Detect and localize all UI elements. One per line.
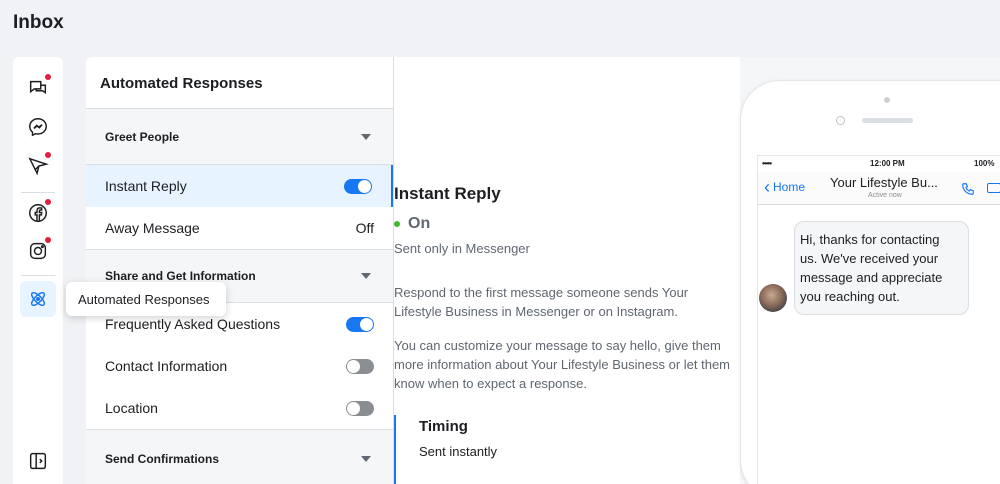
notification-dot bbox=[45, 152, 51, 158]
list-item-label: Contact Information bbox=[105, 358, 228, 374]
timing-label: Timing bbox=[419, 418, 468, 435]
message-bubble: Hi, thanks for contacting us. We've rece… bbox=[794, 221, 969, 315]
sidebar-toggle-icon bbox=[29, 452, 47, 470]
phone-screen: ••••• 12:00 PM 100% ‹ Home Your Lifestyl… bbox=[757, 155, 1000, 484]
status-label: On bbox=[408, 215, 431, 232]
section-label: Share and Get Information bbox=[105, 269, 256, 283]
chat-name: Your Lifestyle Bu... bbox=[830, 175, 938, 190]
sidebar-toggle-button[interactable] bbox=[20, 443, 56, 479]
instant-reply-toggle[interactable] bbox=[344, 178, 372, 194]
automation-button[interactable] bbox=[20, 281, 56, 317]
icon-rail bbox=[13, 57, 63, 484]
signal-strength: ••••• bbox=[762, 159, 772, 168]
automation-icon bbox=[30, 291, 46, 307]
phone-time: 12:00 PM bbox=[870, 159, 905, 168]
phone-speaker bbox=[862, 118, 913, 123]
instagram-icon bbox=[29, 242, 47, 260]
status-indicator: On bbox=[394, 215, 430, 233]
section-label: Send Confirmations bbox=[105, 452, 220, 466]
location-toggle[interactable] bbox=[346, 400, 374, 416]
caret-down-icon bbox=[361, 133, 371, 140]
chat-status: Active now bbox=[868, 192, 902, 199]
detail-help-text: You can customize your message to say he… bbox=[394, 338, 731, 391]
avatar bbox=[759, 284, 787, 312]
rail-divider bbox=[21, 275, 55, 276]
instagram-button[interactable] bbox=[20, 233, 56, 269]
chevron-left-icon: ‹ bbox=[764, 177, 770, 197]
detail-description: Respond to the first message someone sen… bbox=[394, 285, 689, 319]
facebook-button[interactable] bbox=[20, 195, 56, 231]
notification-dot bbox=[45, 237, 51, 243]
status-dot bbox=[394, 221, 400, 227]
list-item-instant-reply[interactable]: Instant Reply bbox=[86, 165, 393, 207]
notification-dot bbox=[45, 199, 51, 205]
phone-camera bbox=[884, 97, 890, 103]
automation-list: Automated Responses Greet People Instant… bbox=[86, 57, 394, 484]
list-item-location[interactable]: Location bbox=[86, 387, 393, 429]
list-item-label: Frequently Asked Questions bbox=[105, 316, 281, 332]
list-item-label: Instant Reply bbox=[105, 178, 187, 194]
automation-list-title: Automated Responses bbox=[86, 57, 393, 109]
back-label: Home bbox=[773, 180, 806, 194]
comments-icon bbox=[29, 80, 47, 94]
phone-sensor bbox=[836, 116, 845, 125]
chat-header: ‹ Home Your Lifestyle Bu... Active now bbox=[758, 172, 1000, 205]
send-icon bbox=[28, 157, 49, 176]
messenger-button[interactable] bbox=[20, 109, 56, 145]
messenger-icon bbox=[29, 118, 47, 137]
caret-down-icon bbox=[361, 273, 371, 279]
timing-section[interactable]: Timing Sent instantly bbox=[394, 415, 740, 484]
section-label: Greet People bbox=[105, 129, 180, 144]
phone-status-bar: ••••• 12:00 PM 100% bbox=[758, 156, 1000, 172]
section-send-confirmations[interactable]: Send Confirmations bbox=[86, 429, 393, 484]
detail-pane: Instant Reply On Sent only in Messenger … bbox=[394, 57, 740, 484]
detail-subtitle: Sent only in Messenger bbox=[394, 241, 530, 256]
back-button[interactable]: ‹ Home bbox=[764, 177, 806, 197]
detail-title: Instant Reply bbox=[394, 184, 501, 203]
timing-value: Sent instantly bbox=[419, 444, 498, 459]
page-title: Inbox bbox=[13, 12, 64, 33]
contact-information-toggle[interactable] bbox=[346, 358, 374, 374]
list-item-away-message[interactable]: Away Message Off bbox=[86, 207, 393, 249]
section-greet-people[interactable]: Greet People bbox=[86, 109, 393, 165]
rail-divider bbox=[21, 192, 55, 193]
facebook-icon bbox=[29, 204, 47, 222]
video-call-icon[interactable] bbox=[987, 183, 1000, 193]
caret-down-icon bbox=[361, 456, 371, 462]
rail-tooltip: Automated Responses bbox=[66, 282, 226, 316]
list-item-label: Away Message bbox=[105, 220, 200, 236]
list-item-contact-information[interactable]: Contact Information bbox=[86, 345, 393, 387]
faq-toggle[interactable] bbox=[346, 316, 374, 332]
send-button[interactable] bbox=[20, 148, 56, 184]
battery-level: 100% bbox=[974, 159, 995, 168]
notification-dot bbox=[45, 74, 51, 80]
away-message-status: Off bbox=[355, 220, 374, 236]
phone-call-icon[interactable] bbox=[961, 182, 975, 196]
list-item-label: Location bbox=[105, 400, 158, 416]
comments-button[interactable] bbox=[20, 70, 56, 106]
